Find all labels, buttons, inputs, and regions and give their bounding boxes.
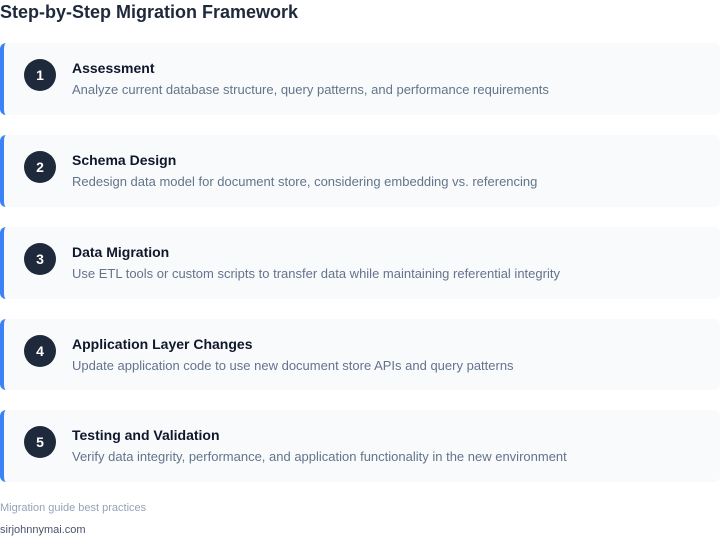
steps-list: 1 Assessment Analyze current database st… [0, 43, 720, 502]
step-number-badge: 1 [24, 59, 56, 91]
step-number-badge: 2 [24, 151, 56, 183]
step-card-schema-design: 2 Schema Design Redesign data model for … [0, 135, 720, 207]
step-title: Assessment [72, 60, 155, 76]
step-number-badge: 5 [24, 426, 56, 458]
step-title: Data Migration [72, 244, 170, 260]
step-card-testing-and-validation: 5 Testing and Validation Verify data int… [0, 410, 720, 482]
step-card-data-migration: 3 Data Migration Use ETL tools or custom… [0, 227, 720, 299]
step-card-assessment: 1 Assessment Analyze current database st… [0, 43, 720, 115]
step-description: Update application code to use new docum… [72, 358, 514, 373]
step-number-badge: 3 [24, 243, 56, 275]
step-number-badge: 4 [24, 335, 56, 367]
page: Step-by-Step Migration Framework 1 Asses… [0, 0, 720, 537]
step-description: Redesign data model for document store, … [72, 174, 538, 189]
step-card-application-layer-changes: 4 Application Layer Changes Update appli… [0, 319, 720, 390]
step-description: Analyze current database structure, quer… [72, 82, 549, 97]
step-title: Application Layer Changes [72, 336, 253, 352]
step-description: Use ETL tools or custom scripts to trans… [72, 266, 560, 281]
step-title: Testing and Validation [72, 427, 220, 443]
page-title: Step-by-Step Migration Framework [0, 2, 299, 22]
step-title: Schema Design [72, 152, 177, 168]
footer-credit: sirjohnnymai.com [0, 524, 86, 536]
footer-note: Migration guide best practices [0, 502, 147, 514]
step-description: Verify data integrity, performance, and … [72, 449, 567, 464]
